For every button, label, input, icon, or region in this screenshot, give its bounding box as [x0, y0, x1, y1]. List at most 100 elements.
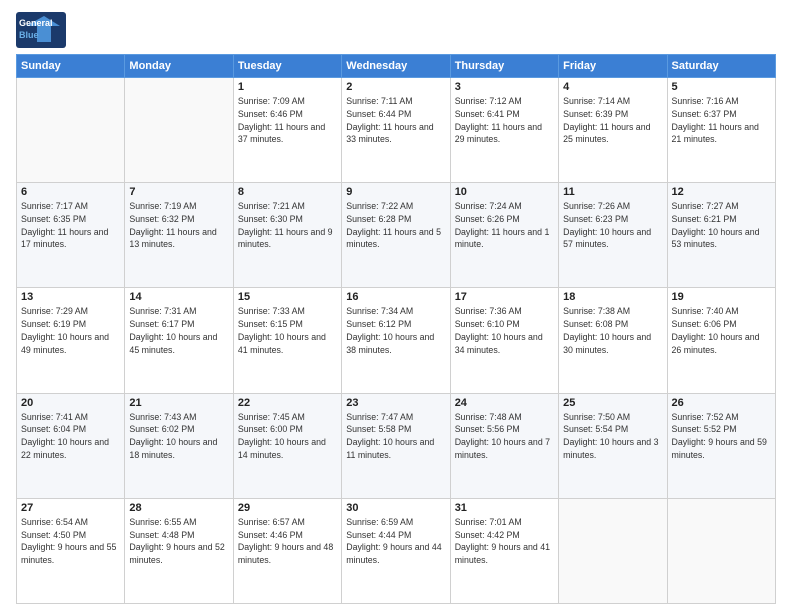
day-info: Sunrise: 6:59 AM Sunset: 4:44 PM Dayligh… [346, 516, 445, 567]
day-number: 23 [346, 397, 445, 409]
day-info: Sunrise: 7:36 AM Sunset: 6:10 PM Dayligh… [455, 305, 554, 356]
day-number: 15 [238, 291, 337, 303]
calendar-cell: 12 Sunrise: 7:27 AM Sunset: 6:21 PM Dayli… [667, 183, 775, 288]
day-number: 1 [238, 81, 337, 93]
day-info: Sunrise: 7:12 AM Sunset: 6:41 PM Dayligh… [455, 95, 554, 146]
day-info: Sunrise: 7:34 AM Sunset: 6:12 PM Dayligh… [346, 305, 445, 356]
calendar-cell: 23 Sunrise: 7:47 AM Sunset: 5:58 PM Dayli… [342, 393, 450, 498]
calendar-cell [667, 498, 775, 603]
week-row-1: 1Sunrise: 7:09 AM Sunset: 6:46 PM Daylig… [17, 78, 776, 183]
week-row-5: 27 Sunrise: 6:54 AM Sunset: 4:50 PM Dayli… [17, 498, 776, 603]
day-number: 13 [21, 291, 120, 303]
calendar: SundayMondayTuesdayWednesdayThursdayFrid… [16, 54, 776, 604]
day-info: Sunrise: 7:17 AM Sunset: 6:35 PM Dayligh… [21, 200, 120, 251]
day-info: Sunrise: 7:33 AM Sunset: 6:15 PM Dayligh… [238, 305, 337, 356]
day-number: 16 [346, 291, 445, 303]
calendar-cell: 19 Sunrise: 7:40 AM Sunset: 6:06 PM Dayli… [667, 288, 775, 393]
calendar-cell: 16 Sunrise: 7:34 AM Sunset: 6:12 PM Dayli… [342, 288, 450, 393]
day-info: Sunrise: 6:55 AM Sunset: 4:48 PM Dayligh… [129, 516, 228, 567]
day-info: Sunrise: 6:57 AM Sunset: 4:46 PM Dayligh… [238, 516, 337, 567]
day-info: Sunrise: 7:52 AM Sunset: 5:52 PM Dayligh… [672, 411, 771, 462]
calendar-cell: 4Sunrise: 7:14 AM Sunset: 6:39 PM Daylig… [559, 78, 667, 183]
day-number: 25 [563, 397, 662, 409]
week-row-2: 6Sunrise: 7:17 AM Sunset: 6:35 PM Daylig… [17, 183, 776, 288]
day-number: 2 [346, 81, 445, 93]
calendar-cell: 6Sunrise: 7:17 AM Sunset: 6:35 PM Daylig… [17, 183, 125, 288]
day-number: 31 [455, 502, 554, 514]
calendar-cell: 9Sunrise: 7:22 AM Sunset: 6:28 PM Daylig… [342, 183, 450, 288]
day-info: Sunrise: 7:41 AM Sunset: 6:04 PM Dayligh… [21, 411, 120, 462]
day-info: Sunrise: 7:21 AM Sunset: 6:30 PM Dayligh… [238, 200, 337, 251]
day-info: Sunrise: 7:43 AM Sunset: 6:02 PM Dayligh… [129, 411, 228, 462]
day-info: Sunrise: 7:16 AM Sunset: 6:37 PM Dayligh… [672, 95, 771, 146]
day-number: 3 [455, 81, 554, 93]
day-info: Sunrise: 6:54 AM Sunset: 4:50 PM Dayligh… [21, 516, 120, 567]
day-info: Sunrise: 7:31 AM Sunset: 6:17 PM Dayligh… [129, 305, 228, 356]
calendar-cell: 11 Sunrise: 7:26 AM Sunset: 6:23 PM Dayli… [559, 183, 667, 288]
calendar-cell: 20 Sunrise: 7:41 AM Sunset: 6:04 PM Dayli… [17, 393, 125, 498]
weekday-header-saturday: Saturday [667, 55, 775, 78]
calendar-cell: 5 Sunrise: 7:16 AM Sunset: 6:37 PM Daylig… [667, 78, 775, 183]
day-number: 12 [672, 186, 771, 198]
day-number: 14 [129, 291, 228, 303]
day-info: Sunrise: 7:48 AM Sunset: 5:56 PM Dayligh… [455, 411, 554, 462]
day-number: 10 [455, 186, 554, 198]
day-number: 19 [672, 291, 771, 303]
calendar-cell: 30 Sunrise: 6:59 AM Sunset: 4:44 PM Dayli… [342, 498, 450, 603]
calendar-cell: 22Sunrise: 7:45 AM Sunset: 6:00 PM Dayli… [233, 393, 341, 498]
week-row-4: 20 Sunrise: 7:41 AM Sunset: 6:04 PM Dayli… [17, 393, 776, 498]
day-info: Sunrise: 7:47 AM Sunset: 5:58 PM Dayligh… [346, 411, 445, 462]
day-number: 8 [238, 186, 337, 198]
weekday-header-row: SundayMondayTuesdayWednesdayThursdayFrid… [17, 55, 776, 78]
day-number: 21 [129, 397, 228, 409]
calendar-cell: 3 Sunrise: 7:12 AM Sunset: 6:41 PM Daylig… [450, 78, 558, 183]
calendar-body: 1Sunrise: 7:09 AM Sunset: 6:46 PM Daylig… [17, 78, 776, 604]
weekday-header-wednesday: Wednesday [342, 55, 450, 78]
day-number: 11 [563, 186, 662, 198]
calendar-cell: 25 Sunrise: 7:50 AM Sunset: 5:54 PM Dayli… [559, 393, 667, 498]
page: General Blue SundayMondayTuesdayWednesda… [0, 0, 792, 612]
calendar-cell: 21 Sunrise: 7:43 AM Sunset: 6:02 PM Dayli… [125, 393, 233, 498]
day-info: Sunrise: 7:27 AM Sunset: 6:21 PM Dayligh… [672, 200, 771, 251]
logo-svg: General Blue [16, 12, 66, 48]
day-number: 24 [455, 397, 554, 409]
calendar-cell: 15 Sunrise: 7:33 AM Sunset: 6:15 PM Dayli… [233, 288, 341, 393]
weekday-header-monday: Monday [125, 55, 233, 78]
calendar-cell: 2Sunrise: 7:11 AM Sunset: 6:44 PM Daylig… [342, 78, 450, 183]
calendar-cell: 8 Sunrise: 7:21 AM Sunset: 6:30 PM Daylig… [233, 183, 341, 288]
day-info: Sunrise: 7:01 AM Sunset: 4:42 PM Dayligh… [455, 516, 554, 567]
day-number: 20 [21, 397, 120, 409]
day-number: 17 [455, 291, 554, 303]
day-number: 30 [346, 502, 445, 514]
day-info: Sunrise: 7:45 AM Sunset: 6:00 PM Dayligh… [238, 411, 337, 462]
calendar-cell: 18 Sunrise: 7:38 AM Sunset: 6:08 PM Dayli… [559, 288, 667, 393]
day-number: 7 [129, 186, 228, 198]
weekday-header-thursday: Thursday [450, 55, 558, 78]
day-number: 27 [21, 502, 120, 514]
calendar-cell: 29Sunrise: 6:57 AM Sunset: 4:46 PM Dayli… [233, 498, 341, 603]
weekday-header-friday: Friday [559, 55, 667, 78]
day-number: 5 [672, 81, 771, 93]
day-number: 4 [563, 81, 662, 93]
day-info: Sunrise: 7:24 AM Sunset: 6:26 PM Dayligh… [455, 200, 554, 251]
day-info: Sunrise: 7:40 AM Sunset: 6:06 PM Dayligh… [672, 305, 771, 356]
week-row-3: 13Sunrise: 7:29 AM Sunset: 6:19 PM Dayli… [17, 288, 776, 393]
day-info: Sunrise: 7:38 AM Sunset: 6:08 PM Dayligh… [563, 305, 662, 356]
calendar-cell [125, 78, 233, 183]
calendar-cell: 14 Sunrise: 7:31 AM Sunset: 6:17 PM Dayli… [125, 288, 233, 393]
calendar-cell [559, 498, 667, 603]
day-number: 18 [563, 291, 662, 303]
calendar-cell: 1Sunrise: 7:09 AM Sunset: 6:46 PM Daylig… [233, 78, 341, 183]
weekday-header-sunday: Sunday [17, 55, 125, 78]
calendar-cell: 26Sunrise: 7:52 AM Sunset: 5:52 PM Dayli… [667, 393, 775, 498]
weekday-header-tuesday: Tuesday [233, 55, 341, 78]
calendar-cell: 13Sunrise: 7:29 AM Sunset: 6:19 PM Dayli… [17, 288, 125, 393]
svg-text:Blue: Blue [19, 30, 39, 40]
day-info: Sunrise: 7:26 AM Sunset: 6:23 PM Dayligh… [563, 200, 662, 251]
day-info: Sunrise: 7:50 AM Sunset: 5:54 PM Dayligh… [563, 411, 662, 462]
day-info: Sunrise: 7:19 AM Sunset: 6:32 PM Dayligh… [129, 200, 228, 251]
day-info: Sunrise: 7:22 AM Sunset: 6:28 PM Dayligh… [346, 200, 445, 251]
calendar-cell: 28 Sunrise: 6:55 AM Sunset: 4:48 PM Dayli… [125, 498, 233, 603]
day-number: 28 [129, 502, 228, 514]
calendar-cell: 10 Sunrise: 7:24 AM Sunset: 6:26 PM Dayli… [450, 183, 558, 288]
